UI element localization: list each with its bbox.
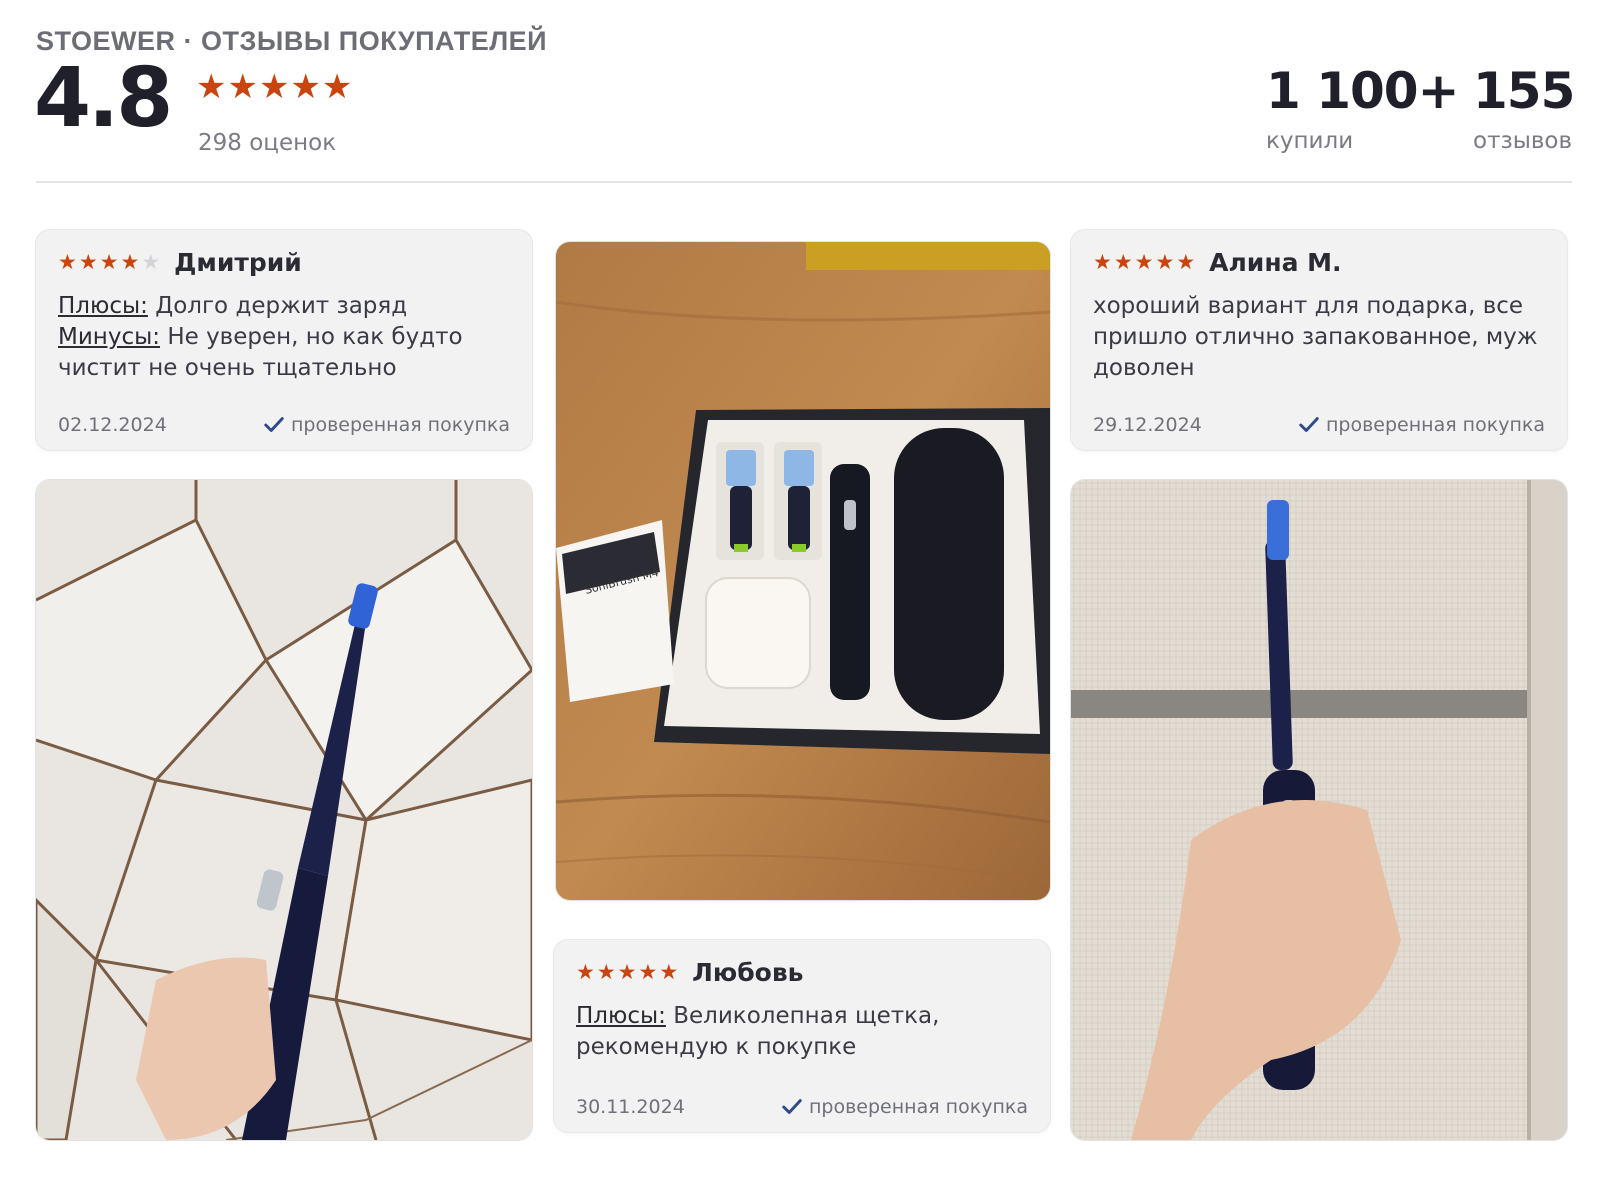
star-filled-icon: ★ bbox=[1176, 250, 1198, 274]
star-filled-icon: ★ bbox=[659, 960, 681, 984]
cons-label: Минусы: bbox=[58, 324, 160, 350]
rating-count: 298 оценок bbox=[198, 130, 337, 156]
review-date: 30.11.2024 bbox=[576, 1096, 685, 1118]
photo-marble-illustration bbox=[36, 480, 532, 1140]
review-photo-box[interactable]: SoniBrush M4 bbox=[556, 242, 1050, 900]
review-date: 29.12.2024 bbox=[1093, 414, 1202, 436]
pros-label: Плюсы: bbox=[576, 1003, 666, 1029]
review-date: 02.12.2024 bbox=[58, 414, 167, 436]
review-author: Дмитрий bbox=[174, 248, 302, 277]
review-author: Любовь bbox=[692, 958, 804, 987]
verified-label: проверенная покупка bbox=[1325, 414, 1545, 436]
stat-bought-value: 1 100+ bbox=[1266, 62, 1459, 120]
star-filled-icon: ★ bbox=[617, 960, 639, 984]
review-photo-door[interactable] bbox=[1071, 480, 1567, 1140]
pros-label: Плюсы: bbox=[58, 293, 148, 319]
review-card-lyubov[interactable]: ★★★★★ Любовь Плюсы: Великолепная щетка, … bbox=[554, 940, 1050, 1132]
stat-reviews-value: 155 bbox=[1473, 62, 1575, 120]
review-photo-marble[interactable] bbox=[36, 480, 532, 1140]
review-card-alina[interactable]: ★★★★★ Алина М. хороший вариант для подар… bbox=[1071, 230, 1567, 450]
checkmark-icon bbox=[1299, 417, 1319, 432]
verified-badge: проверенная покупка bbox=[263, 414, 510, 436]
star-filled-icon: ★ bbox=[1093, 250, 1114, 274]
average-rating: 4.8 bbox=[34, 51, 173, 146]
star-filled-icon: ★ bbox=[58, 250, 79, 274]
photo-door-illustration bbox=[1071, 480, 1567, 1140]
pros-text: Долго держит заряд bbox=[155, 293, 408, 319]
star-filled-icon: ★ bbox=[638, 960, 660, 984]
photo-box-illustration: SoniBrush M4 bbox=[556, 242, 1050, 900]
star-filled-icon: ★ bbox=[1155, 250, 1177, 274]
checkmark-icon bbox=[782, 1099, 802, 1114]
review-text: хороший вариант для подарка, все пришло … bbox=[1093, 293, 1538, 381]
star-filled-icon: ★ bbox=[1134, 250, 1156, 274]
rating-stars: ★★★★★ bbox=[196, 67, 354, 107]
verified-badge: проверенная покупка bbox=[1298, 414, 1545, 436]
stat-reviews: 155 отзывов bbox=[1473, 62, 1575, 154]
star-filled-icon: ★ bbox=[99, 250, 121, 274]
review-stars: ★★★★★ bbox=[58, 252, 162, 273]
review-stars: ★★★★★ bbox=[1093, 252, 1197, 273]
review-card-dmitry[interactable]: ★★★★★ Дмитрий Плюсы: Долго держит заряд … bbox=[36, 230, 532, 450]
verified-badge: проверенная покупка bbox=[781, 1096, 1028, 1118]
verified-label: проверенная покупка bbox=[808, 1096, 1028, 1118]
star-filled-icon: ★ bbox=[78, 250, 100, 274]
header-divider bbox=[36, 181, 1572, 183]
star-filled-icon: ★ bbox=[1113, 250, 1135, 274]
verified-label: проверенная покупка bbox=[290, 414, 510, 436]
star-filled-icon: ★ bbox=[596, 960, 618, 984]
stat-bought: 1 100+ купили bbox=[1266, 62, 1459, 154]
star-empty-icon: ★ bbox=[141, 250, 163, 274]
review-text: Плюсы: Великолепная щетка, рекомендую к … bbox=[576, 1001, 1028, 1063]
review-text: Плюсы: Долго держит заряд Минусы: Не уве… bbox=[58, 291, 510, 384]
review-author: Алина М. bbox=[1209, 248, 1342, 277]
review-stars: ★★★★★ bbox=[576, 962, 680, 983]
stat-reviews-label: отзывов bbox=[1473, 128, 1573, 154]
checkmark-icon bbox=[264, 417, 284, 432]
star-filled-icon: ★ bbox=[576, 960, 597, 984]
stat-bought-label: купили bbox=[1266, 128, 1354, 154]
star-filled-icon: ★ bbox=[120, 250, 142, 274]
